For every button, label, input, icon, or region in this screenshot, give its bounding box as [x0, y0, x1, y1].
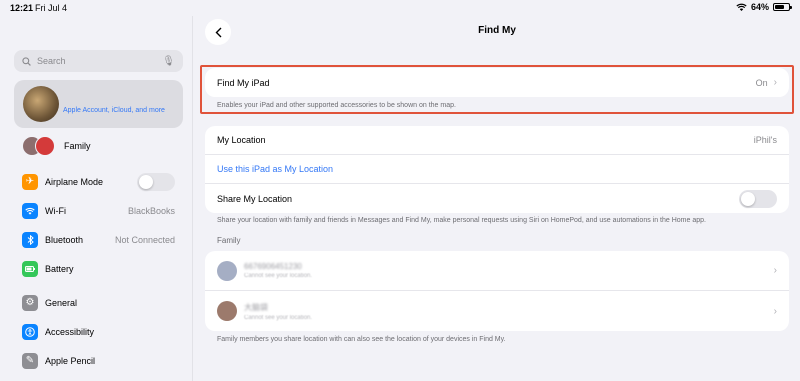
my-location-row[interactable]: My Location iPhil's — [205, 126, 789, 155]
chevron-right-icon: › — [773, 265, 777, 276]
avatar — [217, 260, 237, 281]
search-icon — [22, 56, 31, 66]
sidebar-group-connectivity: ✈︎ Airplane Mode Wi-Fi BlackBooks Blueto… — [14, 167, 183, 283]
family-member-status: Cannot see your location. — [244, 273, 313, 279]
sidebar-item-label: Apple Pencil — [45, 355, 96, 366]
wifi-status-icon — [736, 3, 747, 11]
apple-account-card[interactable]: Apple Account, iCloud, and more — [14, 80, 183, 128]
family-member-row[interactable]: 大脑袋 Cannot see your location. › — [205, 291, 789, 331]
avatar — [23, 86, 59, 122]
sidebar-item-label: Bluetooth — [45, 234, 84, 245]
sidebar-item-general[interactable]: ⚙︎ General — [14, 288, 183, 317]
sidebar: Search 🎙︎ Apple Account, iCloud, and mor… — [0, 16, 193, 381]
highlight-box — [200, 65, 794, 114]
microphone-icon[interactable]: 🎙︎ — [162, 56, 175, 67]
sidebar-item-apple-pencil[interactable]: ✎︎ Apple Pencil — [14, 346, 183, 375]
pencil-icon: ✎︎ — [22, 352, 38, 369]
share-my-location-label: Share My Location — [217, 193, 293, 204]
avatar — [217, 301, 237, 321]
sidebar-item-accessibility[interactable]: Accessibility — [14, 317, 183, 346]
accessibility-icon — [22, 323, 38, 340]
sidebar-item-airplane-mode[interactable]: ✈︎ Airplane Mode — [14, 167, 183, 196]
battery-percent: 64% — [750, 2, 769, 12]
status-right: 64% — [736, 2, 792, 12]
sidebar-item-bluetooth[interactable]: Bluetooth Not Connected — [14, 225, 183, 254]
wifi-network-value: BlackBooks — [127, 205, 175, 216]
battery-fill — [775, 5, 784, 9]
account-subtitle: Apple Account, iCloud, and more — [63, 107, 165, 114]
bluetooth-status-value: Not Connected — [114, 234, 175, 245]
share-my-location-row: Share My Location — [205, 184, 789, 213]
bluetooth-icon — [22, 231, 38, 248]
family-label: Family — [64, 141, 91, 151]
family-avatar — [35, 136, 55, 156]
sidebar-item-battery[interactable]: Battery — [14, 254, 183, 283]
location-card: My Location iPhil's Use this iPad as My … — [205, 126, 789, 213]
main-content: Find My Find My iPad On › Enables your i… — [194, 16, 800, 381]
family-member-name: 大脑袋 — [244, 302, 268, 312]
my-location-label: My Location — [217, 135, 266, 145]
sidebar-item-wifi[interactable]: Wi-Fi BlackBooks — [14, 196, 183, 225]
chevron-right-icon: › — [773, 305, 777, 317]
family-member-row[interactable]: 6676906451230 Cannot see your location. … — [205, 251, 789, 291]
family-member-status: Cannot see your location. — [244, 314, 313, 321]
sidebar-item-label: Airplane Mode — [45, 176, 104, 187]
page-title: Find My — [478, 25, 516, 36]
sidebar-item-label: Battery — [45, 263, 74, 274]
family-note: Family members you share location with c… — [217, 336, 506, 343]
airplane-icon: ✈︎ — [22, 173, 38, 190]
search-input[interactable]: Search 🎙︎ — [14, 50, 183, 72]
sidebar-group-system: ⚙︎ General Accessibility ✎︎ Apple Pencil — [14, 288, 183, 375]
battery-icon — [773, 3, 792, 11]
my-location-value: iPhil's — [753, 135, 777, 145]
use-this-ipad-row[interactable]: Use this iPad as My Location — [205, 155, 789, 184]
status-bar: 12:21 Fri Jul 4 64% — [0, 0, 800, 16]
sidebar-item-label: Wi-Fi — [45, 205, 66, 216]
use-this-ipad-link[interactable]: Use this iPad as My Location — [217, 164, 333, 174]
family-section-header: Family — [217, 236, 241, 245]
status-date: Fri Jul 4 — [35, 3, 68, 13]
airplane-mode-toggle[interactable] — [137, 172, 175, 191]
sidebar-item-label: General — [45, 297, 78, 308]
share-my-location-toggle[interactable] — [739, 189, 777, 208]
family-member-name: 6676906451230 — [244, 262, 302, 271]
sidebar-item-family[interactable]: Family — [22, 135, 91, 157]
family-members-card: 6676906451230 Cannot see your location. … — [205, 251, 789, 331]
sidebar-item-label: Accessibility — [45, 326, 95, 337]
search-placeholder: Search — [37, 56, 66, 66]
battery-icon — [22, 260, 38, 277]
family-avatars — [22, 136, 56, 156]
status-time: 12:21 — [10, 3, 34, 13]
gear-icon: ⚙︎ — [22, 294, 38, 311]
share-location-note: Share your location with family and frie… — [217, 217, 706, 224]
wifi-icon — [22, 202, 38, 219]
